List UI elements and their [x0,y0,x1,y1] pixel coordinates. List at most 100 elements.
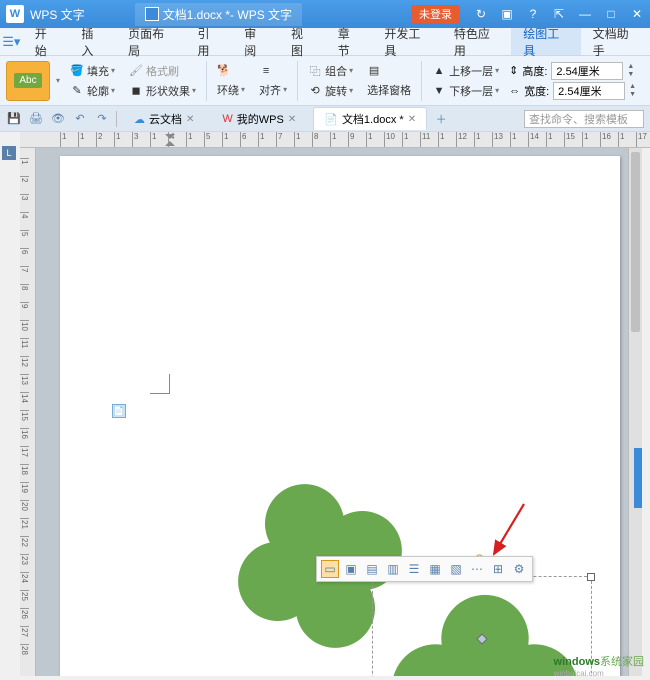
height-icon: ⇕ [509,64,518,77]
pencil-icon: ✎ [70,84,84,98]
wrap-icon: 🐕 [217,64,231,78]
shape-style-button[interactable]: Abc [6,61,50,101]
width-spinner-up[interactable]: ▲ [629,83,636,91]
search-input[interactable]: 查找命令、搜索模板 [524,110,644,128]
shape-effect-button[interactable]: ◼形状效果▾ [125,82,200,100]
tab-close[interactable]: ✕ [408,114,416,125]
title-doc-tab[interactable]: 文档1.docx * - WPS 文字 [135,3,302,26]
width-input[interactable]: 2.54厘米 [553,82,625,100]
app-name: WPS 文字 [30,6,85,23]
menu-视图[interactable]: 视图 [279,28,326,55]
tab-close[interactable]: ✕ [186,114,194,125]
layout-options-icon[interactable]: ⚙ [510,560,528,578]
width-field: ⇔ 宽度: 2.54厘米 ▲▼ [509,82,636,100]
bring-forward-button[interactable]: ▲上移一层▾ [428,62,503,80]
menu-开发工具[interactable]: 开发工具 [372,28,441,55]
menu-开始[interactable]: 开始 [23,28,70,55]
wps-icon: W [222,113,232,125]
layout-tight-icon[interactable]: ▤ [363,560,381,578]
title-doc-suffix: - WPS 文字 [230,6,292,23]
shape-style-sample: Abc [14,73,41,88]
tab-stop-indicator[interactable]: L [2,146,16,160]
adjust-handle-t[interactable] [476,633,487,644]
tab-cloud-docs[interactable]: ☁云文档✕ [123,107,205,130]
vertical-ruler[interactable]: 1234567891011121314151617181920212223242… [20,148,36,676]
height-spinner-up[interactable]: ▲ [627,63,634,71]
menu-页面布局[interactable]: 页面布局 [116,28,185,55]
login-status-badge[interactable]: 未登录 [411,5,460,23]
width-spinner-down[interactable]: ▼ [629,91,636,99]
send-backward-button[interactable]: ▼下移一层▾ [428,82,503,100]
rotate-button[interactable]: ⟲旋转▾ [304,82,357,100]
menu-绘图工具[interactable]: 绘图工具 [511,28,580,55]
scrollbar-thumb[interactable] [631,152,640,332]
doc-icon: 📄 [324,113,338,126]
pin-icon[interactable]: ⇱ [546,1,572,27]
group-button[interactable]: ⿻组合▾ [304,62,357,80]
selection-pane-label[interactable]: 选择窗格 [363,81,415,99]
menu-审阅[interactable]: 审阅 [232,28,279,55]
tab-document[interactable]: 📄文档1.docx *✕ [313,107,427,130]
indent-marker[interactable] [165,134,175,146]
maximize-button[interactable]: □ [598,1,624,27]
selection-pane-button[interactable]: ▤ [363,63,415,79]
layout-front-icon[interactable]: ▧ [447,560,465,578]
height-input[interactable]: 2.54厘米 [551,62,623,80]
new-tab-button[interactable]: ＋ [433,111,449,127]
rotate-icon: ⟲ [308,84,322,98]
save-icon[interactable]: 💾 [6,111,22,127]
paint-bucket-icon: 🪣 [70,64,84,78]
menu-dropdown-icon[interactable]: ☰▾ [0,34,23,50]
shape-style-dropdown[interactable]: ▾ [56,76,60,85]
align-icon: ≡ [259,64,273,78]
side-panel-tab[interactable] [634,448,642,508]
window-controls: ↻ ▣ ? ⇱ — □ ✕ [468,1,650,27]
wrap-button[interactable]: 🐕 [213,63,249,79]
title-doc-name: 文档1.docx * [163,6,230,23]
fill-button[interactable]: 🪣填充▾ [66,62,119,80]
undo-icon[interactable]: ↶ [72,111,88,127]
menu-bar: ☰▾ 开始插入页面布局引用审阅视图章节开发工具特色应用绘图工具文档助手 [0,28,650,56]
skin-icon[interactable]: ▣ [494,1,520,27]
menu-特色应用[interactable]: 特色应用 [442,28,511,55]
format-painter-button[interactable]: 🖌格式刷 [125,62,200,80]
tab-my-wps[interactable]: W我的WPS✕ [211,107,307,130]
align-button[interactable]: ≡ [255,63,291,79]
menu-文档助手[interactable]: 文档助手 [581,28,650,55]
layout-square-icon[interactable]: ▣ [342,560,360,578]
help-icon[interactable]: ? [520,1,546,27]
group-icon: ⿻ [308,64,322,78]
close-button[interactable]: ✕ [624,1,650,27]
menu-插入[interactable]: 插入 [69,28,116,55]
cursor-position [150,374,170,394]
print-icon[interactable]: 🖨 [28,111,44,127]
ribbon-toolbar: Abc ▾ 🪣填充▾ ✎轮廓▾ 🖌格式刷 ◼形状效果▾ 🐕 环绕▾ ≡ 对齐▾ … [0,56,650,106]
vertical-scrollbar[interactable] [628,148,642,676]
minimize-button[interactable]: — [572,1,598,27]
tab-close[interactable]: ✕ [288,114,296,125]
floating-layout-toolbar: ▭ ▣ ▤ ▥ ☰ ▦ ▧ ⋯ ⊞ ⚙ [316,556,533,582]
redo-icon[interactable]: ↷ [94,111,110,127]
layout-inline-icon[interactable]: ▭ [321,560,339,578]
anchor-icon: 📄 [112,404,126,418]
height-spinner-down[interactable]: ▼ [627,71,634,79]
layout-through-icon[interactable]: ▥ [384,560,402,578]
menu-引用[interactable]: 引用 [186,28,233,55]
preview-icon[interactable]: 👁 [50,111,66,127]
align-label[interactable]: 对齐▾ [255,81,291,99]
outline-button[interactable]: ✎轮廓▾ [66,82,119,100]
sync-icon[interactable]: ↻ [468,1,494,27]
layout-topbottom-icon[interactable]: ☰ [405,560,423,578]
layout-more-icon[interactable]: ⋯ [468,560,486,578]
layout-lock-icon[interactable]: ⊞ [489,560,507,578]
width-icon: ⇔ [509,85,520,97]
resize-handle-tr[interactable] [587,573,595,581]
document-tab-bar: 💾 🖨 👁 ↶ ↷ ☁云文档✕ W我的WPS✕ 📄文档1.docx *✕ ＋ 查… [0,106,650,132]
menu-章节[interactable]: 章节 [326,28,373,55]
horizontal-ruler[interactable]: 1121314151617181911011111211311411511611… [20,132,650,148]
wrap-label[interactable]: 环绕▾ [213,81,249,99]
pane-icon: ▤ [367,64,381,78]
layout-behind-icon[interactable]: ▦ [426,560,444,578]
workspace: 1234567891011121314151617181920212223242… [20,148,642,676]
watermark: windows系统家园 winbaicai.com [529,653,644,678]
